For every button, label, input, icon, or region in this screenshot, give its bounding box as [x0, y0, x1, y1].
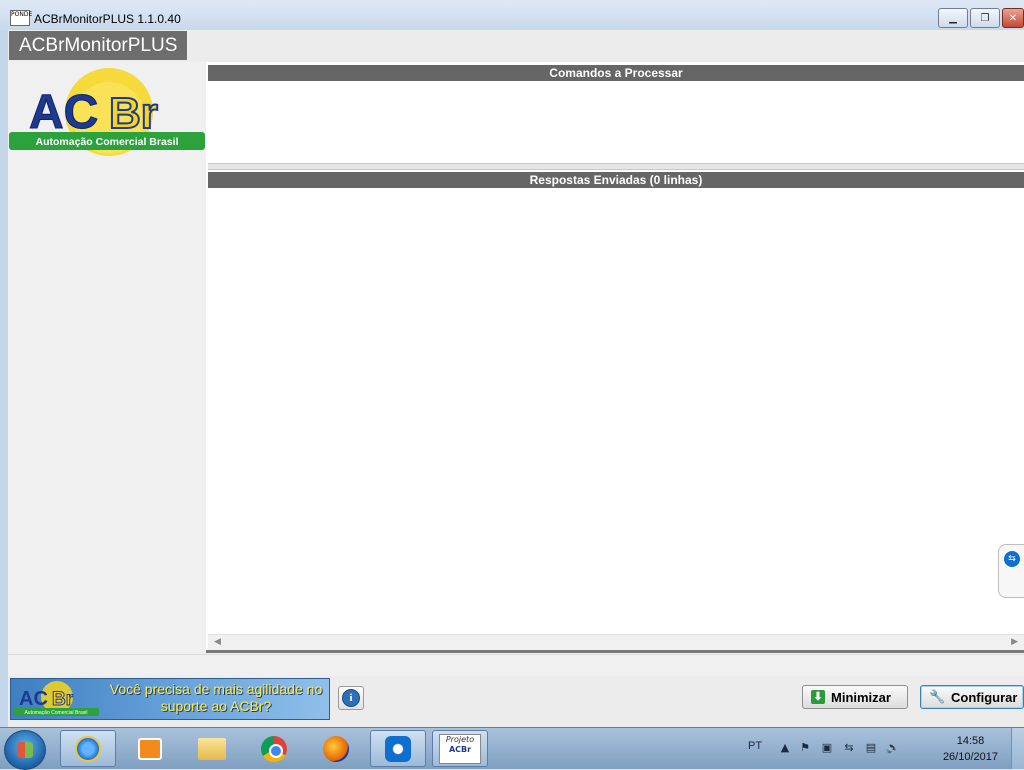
app-tray-icon[interactable]: ▣: [820, 741, 834, 755]
taskbar-projeto-acbr[interactable]: Projeto ACBr: [432, 730, 488, 767]
flag-icon[interactable]: ⚑: [798, 741, 812, 755]
volume-icon[interactable]: 🔈: [886, 741, 900, 755]
acbr-logo: AC Br Automação Comercial Brasil: [9, 68, 205, 156]
teamviewer-icon: ⇆: [1004, 551, 1020, 567]
app-title: ACBrMonitorPLUS: [9, 31, 188, 60]
show-desktop-button[interactable]: [1011, 728, 1024, 769]
network-icon[interactable]: ▤: [864, 741, 878, 755]
minimize-icon: ▁: [949, 12, 957, 24]
taskbar-ie[interactable]: [60, 730, 116, 767]
teamviewer-icon: [385, 735, 411, 762]
system-tray: PT ▲ ⚑ ▣ ⇆ ▤ 🔈 14:58 26/10/2017: [744, 728, 1024, 769]
taskbar-explorer[interactable]: [184, 730, 240, 767]
taskbar-teamviewer[interactable]: [370, 730, 426, 767]
firefox-icon: [323, 735, 349, 762]
start-button[interactable]: [4, 730, 46, 770]
restore-icon: ❐: [980, 12, 990, 24]
content-bottom-border: [206, 650, 1024, 653]
configure-button[interactable]: 🔧 Configurar: [920, 685, 1024, 709]
main-content: Comandos a Processar Respostas Enviadas …: [206, 62, 1024, 652]
minimize-app-label: Minimizar: [831, 689, 891, 705]
minimize-button[interactable]: ▁: [938, 8, 968, 28]
info-button[interactable]: i: [338, 686, 364, 710]
banner-logo-tagline: Automação Comercial Brasil: [24, 710, 87, 716]
svg-text:AC: AC: [19, 688, 48, 710]
support-banner[interactable]: AC Br Automação Comercial Brasil Você pr…: [10, 678, 330, 720]
folder-icon: [198, 737, 226, 760]
clock[interactable]: 14:58 26/10/2017: [943, 733, 998, 765]
clock-date: 26/10/2017: [942, 751, 998, 763]
media-icon: [138, 737, 162, 760]
svg-text:AC: AC: [29, 86, 98, 139]
svg-text:Br: Br: [109, 89, 158, 138]
language-indicator[interactable]: PT: [748, 740, 762, 752]
responses-list[interactable]: [208, 188, 1024, 634]
taskbar-firefox[interactable]: [308, 730, 364, 767]
ie-icon: [75, 735, 101, 762]
projeto-label: Projeto: [445, 734, 475, 744]
minimize-app-button[interactable]: ⬇ Minimizar: [802, 685, 908, 709]
splitter-handle[interactable]: [208, 163, 1024, 170]
scroll-right-icon[interactable]: ▶: [1011, 637, 1018, 647]
horizontal-scrollbar[interactable]: ◀ ▶: [208, 634, 1024, 651]
client-area: ACBrMonitorPLUS AC Br Automação Comercia…: [8, 30, 1024, 727]
projeto-sub-label: ACBr: [448, 744, 472, 754]
commands-header: Comandos a Processar: [208, 65, 1024, 81]
taskbar-media[interactable]: [122, 730, 178, 767]
app-header: ACBrMonitorPLUS: [8, 30, 1024, 62]
banner-acbr-logo: AC Br Automação Comercial Brasil: [13, 681, 99, 716]
responses-header: Respostas Enviadas (0 linhas): [208, 172, 1024, 188]
configure-label: Configurar: [951, 689, 1018, 705]
close-button[interactable]: ✕: [1002, 8, 1024, 28]
chrome-icon: [261, 735, 287, 762]
banner-text: Você precisa de mais agilidade no suport…: [109, 681, 323, 714]
app-window: PONDE ACBrMonitorPLUS 1.1.0.40 ▁ ❐ ✕ ACB…: [0, 0, 1024, 727]
wrench-icon: 🔧: [929, 689, 946, 704]
commands-list[interactable]: [208, 81, 1024, 163]
title-bar[interactable]: PONDE ACBrMonitorPLUS 1.1.0.40 ▁ ❐ ✕: [0, 0, 1024, 30]
clock-time: 14:58: [956, 735, 985, 747]
teamviewer-tray-icon[interactable]: ⇆: [842, 741, 856, 755]
show-hidden-icons-icon[interactable]: ▲: [778, 741, 792, 755]
scroll-left-icon[interactable]: ◀: [214, 637, 221, 647]
taskbar: Projeto ACBr PT ▲ ⚑ ▣ ⇆ ▤ 🔈 14:58 26/10/…: [0, 727, 1024, 770]
window-title: ACBrMonitorPLUS 1.1.0.40: [34, 12, 181, 26]
taskbar-chrome[interactable]: [246, 730, 302, 767]
svg-text:Br: Br: [52, 689, 74, 710]
download-arrow-icon: ⬇: [811, 690, 825, 704]
logo-tagline: Automação Comercial Brasil: [36, 136, 179, 148]
app-icon[interactable]: PONDE: [10, 10, 32, 26]
footer-bar: AC Br Automação Comercial Brasil Você pr…: [8, 676, 1024, 727]
close-icon: ✕: [1008, 12, 1018, 24]
sidebar: AC Br Automação Comercial Brasil: [8, 62, 206, 652]
info-icon: i: [342, 689, 360, 707]
projeto-acbr-icon: Projeto ACBr: [439, 733, 481, 764]
teamviewer-side-tab[interactable]: ⇆: [998, 544, 1024, 598]
status-bar: [8, 654, 1024, 677]
restore-button[interactable]: ❐: [970, 8, 1000, 28]
